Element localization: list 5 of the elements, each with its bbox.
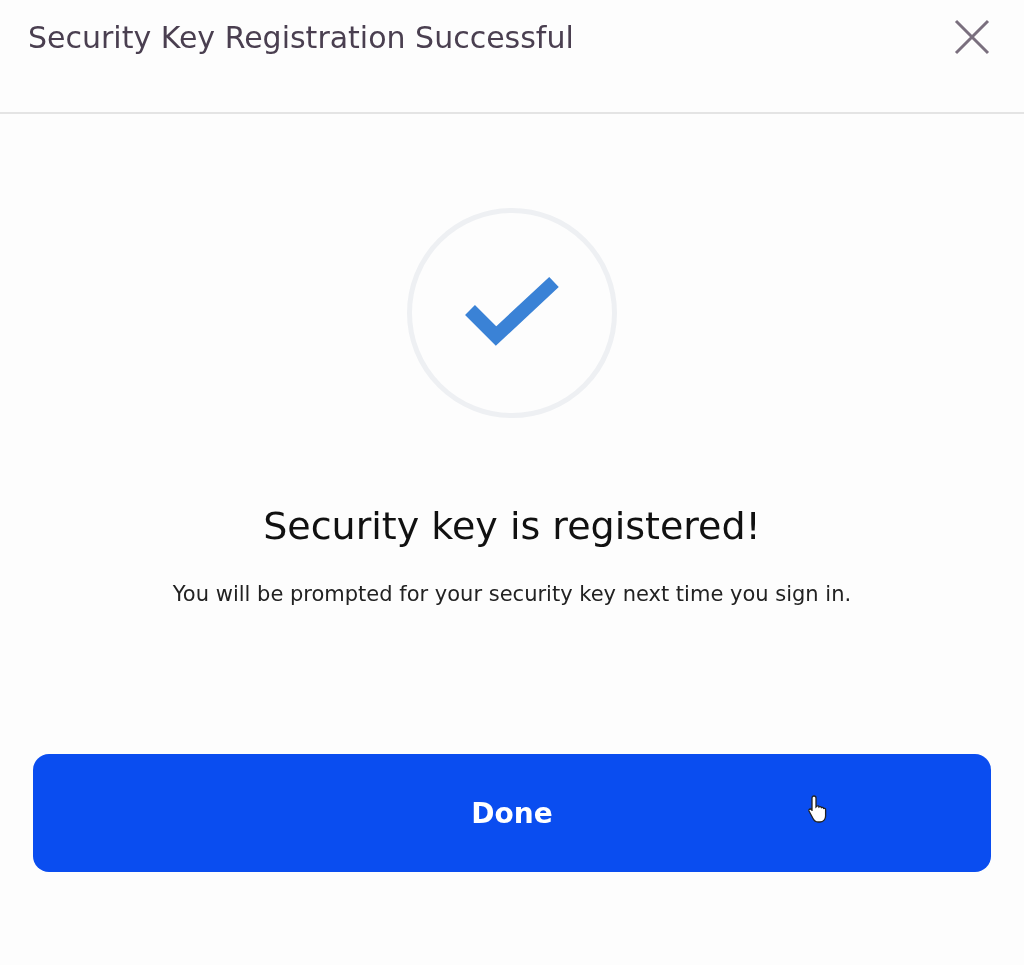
dialog-title: Security Key Registration Successful xyxy=(28,19,574,55)
success-message: You will be prompted for your security key next time you sign in. xyxy=(172,582,852,606)
done-button[interactable]: Done xyxy=(33,754,991,872)
close-icon[interactable] xyxy=(952,17,992,57)
success-heading: Security key is registered! xyxy=(263,504,761,548)
